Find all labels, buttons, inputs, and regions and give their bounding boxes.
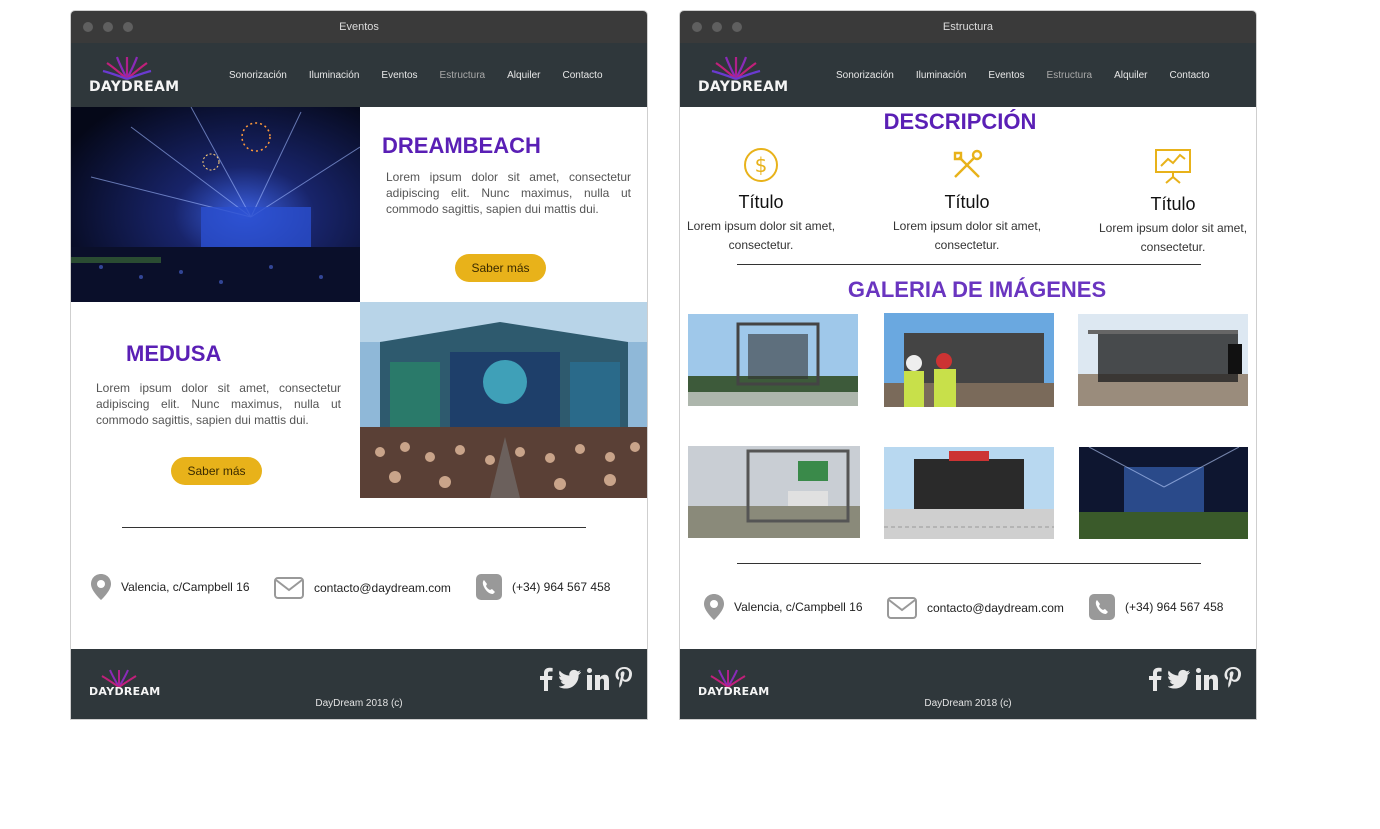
divider [737,563,1201,564]
nav-alquiler[interactable]: Alquiler [1114,70,1147,81]
gallery-image-3[interactable] [1078,314,1248,406]
facebook-icon[interactable] [1148,667,1162,691]
copyright: DayDream 2018 (c) [924,698,1012,709]
main-menu: Sonorización Iluminación Eventos Estruct… [836,43,1210,107]
medusa-title: MEDUSA [126,341,222,366]
daydream-logo[interactable]: DAYDREAM [89,53,180,99]
dreambeach-image [71,107,360,302]
divider [737,264,1201,265]
navbar: DAYDREAM Sonorización Iluminación Evento… [680,43,1256,107]
feature-2: Título Lorem ipsum dolor sit amet, conse… [892,147,1042,255]
window-close-dot[interactable] [692,22,702,32]
feature-text: Lorem ipsum dolor sit amet, consectetur. [892,219,1042,252]
daydream-logo[interactable]: DAYDREAM [698,53,789,99]
twitter-icon[interactable] [1168,669,1190,689]
feature-3: Título Lorem ipsum dolor sit amet, conse… [1098,147,1248,257]
contact-address: Valencia, c/Campbell 16 [704,594,863,620]
window-minimize-dot[interactable] [103,22,113,32]
contact-email[interactable]: contacto@daydream.com [274,577,451,599]
feature-text: Lorem ipsum dolor sit amet, consectetur. [1098,221,1248,254]
feature-title: Título [944,192,990,212]
navbar: DAYDREAM Sonorización Iluminación Evento… [71,43,647,107]
dreambeach-saber-mas-button[interactable]: Saber más [455,254,546,282]
main-menu: Sonorización Iluminación Eventos Estruct… [229,43,603,107]
footer: DAYDREAM DayDream 2018 (c) [71,649,647,719]
nav-alquiler[interactable]: Alquiler [507,70,540,81]
window-title: Eventos [339,21,379,33]
svg-text:$: $ [755,153,768,177]
dollar-icon: $ [744,148,778,182]
phone-icon [476,574,502,600]
browser-window-eventos: Eventos DAYDREAM Sonorización Iluminació… [70,10,648,720]
envelope-icon [274,577,304,599]
descripcion-heading: DESCRIPCIÓN [883,109,1037,134]
gallery-image-2[interactable] [884,313,1054,407]
nav-contacto[interactable]: Contacto [1169,70,1209,81]
footer-logo-wordmark: DAYDREAM [698,685,770,698]
location-pin-icon [91,574,111,600]
feature-text: Lorem ipsum dolor sit amet, consectetur. [686,219,836,252]
nav-estructura[interactable]: Estructura [1047,70,1093,81]
window-titlebar: Estructura [680,11,1256,43]
dreambeach-title: DREAMBEACH [382,133,541,158]
contact-phone[interactable]: (+34) 964 567 458 [1089,594,1223,620]
nav-estructura[interactable]: Estructura [440,70,486,81]
pinterest-icon[interactable] [1224,667,1242,691]
social-links [1148,667,1242,691]
twitter-icon[interactable] [559,669,581,689]
logo-wordmark: DAYDREAM [89,79,180,95]
medusa-text: Lorem ipsum dolor sit amet, consectetur … [96,381,341,427]
gallery-image-5[interactable] [884,447,1054,539]
dreambeach-text: Lorem ipsum dolor sit amet, consectetur … [386,170,631,216]
copyright: DayDream 2018 (c) [315,698,403,709]
footer-logo-wordmark: DAYDREAM [89,685,161,698]
window-title: Estructura [942,21,994,33]
nav-eventos[interactable]: Eventos [988,70,1024,81]
location-pin-icon [704,594,724,620]
nav-eventos[interactable]: Eventos [381,70,417,81]
logo-wordmark: DAYDREAM [698,79,789,95]
nav-contacto[interactable]: Contacto [562,70,602,81]
contact-phone[interactable]: (+34) 964 567 458 [476,574,610,600]
window-close-dot[interactable] [83,22,93,32]
nav-iluminacion[interactable]: Iluminación [916,70,967,81]
galeria-heading: GALERIA DE IMÁGENES [847,277,1107,302]
contact-address-text: Valencia, c/Campbell 16 [121,580,250,594]
facebook-icon[interactable] [539,667,553,691]
window-titlebar: Eventos [71,11,647,43]
medusa-saber-mas-button[interactable]: Saber más [171,457,262,485]
gallery-image-4[interactable] [688,446,860,538]
contact-email[interactable]: contacto@daydream.com [887,597,1064,619]
feature-title: Título [738,192,784,212]
phone-icon [1089,594,1115,620]
pinterest-icon[interactable] [615,667,633,691]
contact-address-text: Valencia, c/Campbell 16 [734,600,863,614]
gallery-image-6[interactable] [1079,447,1248,539]
window-maximize-dot[interactable] [732,22,742,32]
gallery-image-1[interactable] [688,314,858,406]
contact-phone-text[interactable]: (+34) 964 567 458 [512,580,610,594]
window-maximize-dot[interactable] [123,22,133,32]
window-minimize-dot[interactable] [712,22,722,32]
presentation-icon [1155,149,1191,184]
contact-email-text[interactable]: contacto@daydream.com [314,581,451,595]
contact-phone-text[interactable]: (+34) 964 567 458 [1125,600,1223,614]
linkedin-icon[interactable] [587,668,609,690]
social-links [539,667,633,691]
linkedin-icon[interactable] [1196,668,1218,690]
contact-email-text[interactable]: contacto@daydream.com [927,601,1064,615]
divider [122,527,586,528]
nav-iluminacion[interactable]: Iluminación [309,70,360,81]
envelope-icon [887,597,917,619]
browser-window-estructura: Estructura DAYDREAM Sonorización Ilumina… [679,10,1257,720]
medusa-image [360,302,647,498]
tools-icon [953,149,983,178]
nav-sonorizacion[interactable]: Sonorización [229,70,287,81]
contact-address: Valencia, c/Campbell 16 [91,574,250,600]
footer: DAYDREAM DayDream 2018 (c) [680,649,1256,719]
feature-title: Título [1150,194,1196,214]
nav-sonorizacion[interactable]: Sonorización [836,70,894,81]
feature-1: $ Título Lorem ipsum dolor sit amet, con… [686,147,836,255]
